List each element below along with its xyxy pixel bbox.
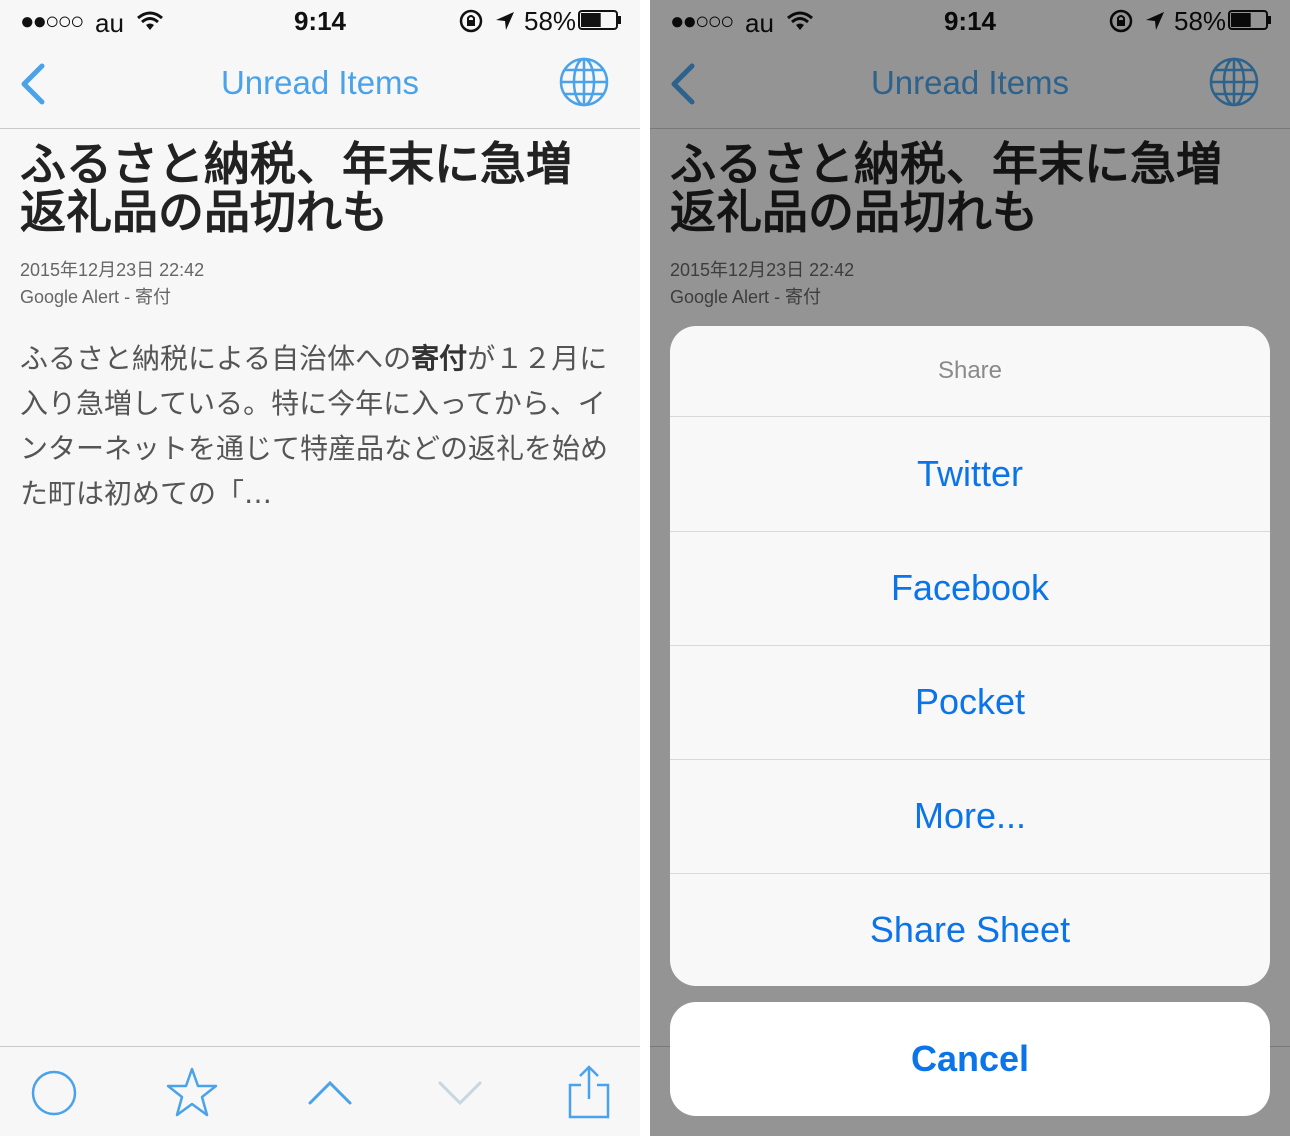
share-screen: ●●○○○ au 9:14 58% Unread Items ふるさと納税、年末… [650,0,1290,1136]
globe-icon[interactable] [558,56,610,108]
share-pocket-button[interactable]: Pocket [670,645,1270,760]
article-date: 2015年12月23日 22:42 [20,260,205,280]
article-title-line: 返礼品の品切れも [20,185,388,239]
article-source: Google Alert - 寄付 [20,287,172,307]
previous-chevron-up-icon[interactable] [302,1065,358,1121]
article-excerpt: ふるさと納税による自治体への寄付が１２月に入り急増している。特に今年に入ってから… [20,336,610,516]
battery-fill [581,13,601,27]
battery-percent: 58% [524,6,577,36]
battery-icon [578,10,621,30]
rotation-lock-icon [459,9,483,33]
mark-read-circle-icon[interactable] [26,1065,82,1121]
nav-title: Unread Items [220,64,420,101]
share-sheet-title: Share [670,326,1270,417]
cancel-button[interactable]: Cancel [670,1002,1270,1116]
excerpt-bold: 寄付 [411,342,468,375]
article-title-line: ふるさと納税、年末に急増 [20,137,572,191]
excerpt-text: ふるさと納税による自治体への [20,342,412,375]
bottom-toolbar [0,1046,640,1136]
location-icon [496,12,514,30]
share-twitter-button[interactable]: Twitter [670,417,1270,532]
share-facebook-button[interactable]: Facebook [670,531,1270,646]
share-more-button[interactable]: More... [670,759,1270,874]
status-bar: ●●○○○ au 9:14 58% [0,0,640,40]
navigation-bar: Unread Items [0,40,640,129]
star-icon[interactable] [164,1065,220,1121]
share-action-sheet: Share Twitter Facebook Pocket More... Sh… [670,326,1270,986]
share-icon[interactable] [562,1065,618,1121]
share-sheet-button[interactable]: Share Sheet [670,873,1270,986]
article-screen: ●●○○○ au 9:14 58% Unread Items ふるさと納税、年末… [0,0,640,1136]
article-title: ふるさと納税、年末に急増 返礼品の品切れも [20,140,620,236]
next-chevron-down-icon[interactable] [432,1065,488,1121]
